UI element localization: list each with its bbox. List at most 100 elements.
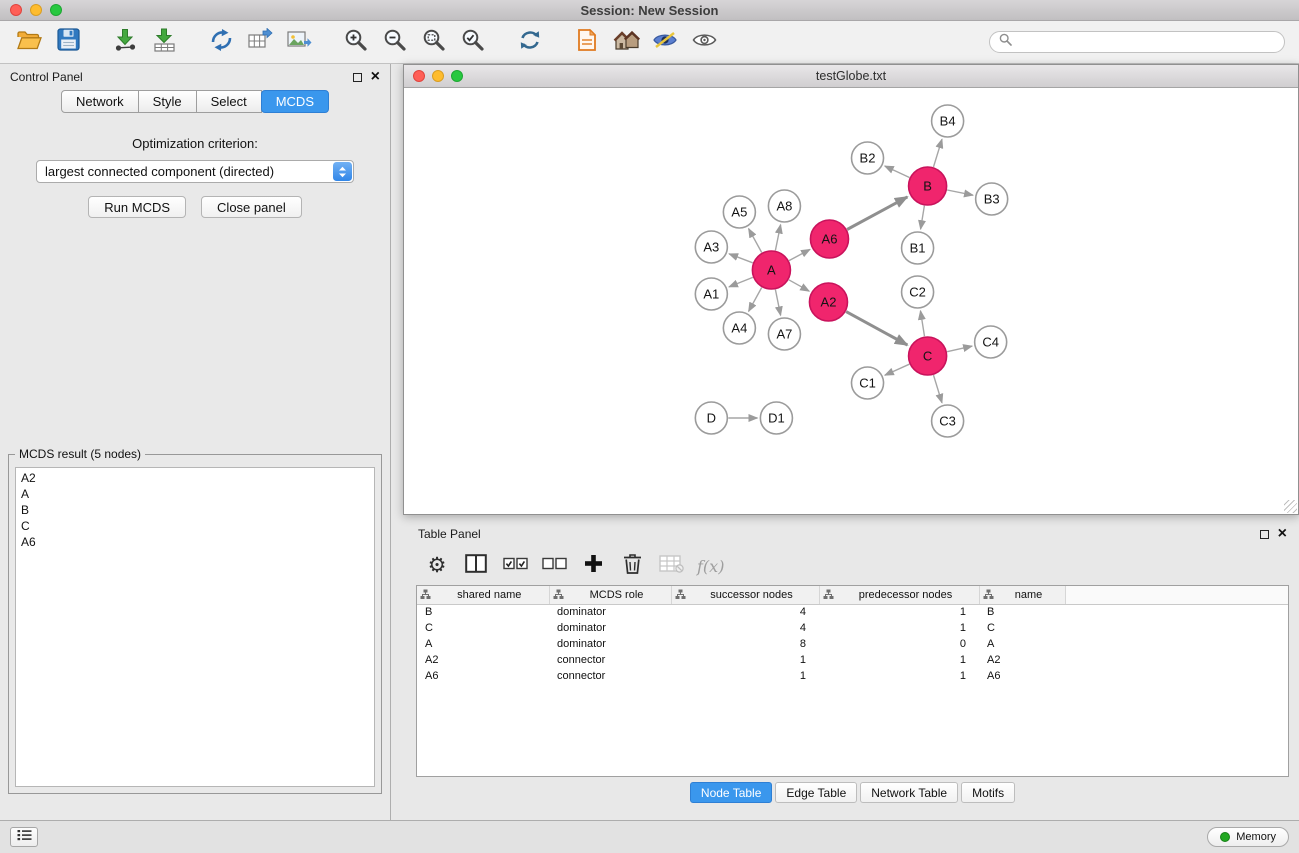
deselect-all-rows-button[interactable]	[541, 551, 567, 581]
close-window-button[interactable]	[10, 4, 22, 16]
edge-A-A5[interactable]	[749, 229, 762, 253]
node-B2[interactable]: B2	[852, 142, 884, 174]
network-window-titlebar[interactable]: testGlobe.txt	[404, 65, 1298, 88]
node-A4[interactable]: A4	[723, 312, 755, 344]
close-panel-icon[interactable]: ×	[371, 69, 380, 85]
tab-style[interactable]: Style	[139, 90, 197, 113]
table-close-panel-icon[interactable]: ×	[1278, 526, 1287, 542]
node-B3[interactable]: B3	[976, 183, 1008, 215]
delete-column-button[interactable]	[619, 551, 645, 581]
node-A[interactable]: A	[752, 251, 790, 289]
show-graphics-details-button[interactable]	[689, 26, 719, 58]
node-A7[interactable]: A7	[768, 318, 800, 350]
float-panel-icon[interactable]	[353, 73, 362, 82]
result-item-a[interactable]: A	[21, 486, 369, 502]
close-panel-button[interactable]: Close panel	[201, 196, 302, 218]
column-header-successor-nodes[interactable]: successor nodes	[671, 586, 819, 604]
edge-A-A2[interactable]	[789, 280, 809, 291]
edge-C-C2[interactable]	[920, 311, 924, 336]
result-item-a2[interactable]: A2	[21, 470, 369, 486]
open-session-button[interactable]	[14, 26, 44, 58]
edge-A-A1[interactable]	[729, 277, 753, 287]
edge-C-C1[interactable]	[885, 364, 910, 375]
table-row-a2[interactable]: A2connector11A2	[417, 652, 1288, 668]
node-A5[interactable]: A5	[723, 196, 755, 228]
column-header-name[interactable]: name	[979, 586, 1065, 604]
node-A6[interactable]: A6	[810, 220, 848, 258]
node-C[interactable]: C	[909, 337, 947, 375]
tab-mcds[interactable]: MCDS	[261, 90, 329, 113]
run-mcds-button[interactable]: Run MCDS	[88, 196, 186, 218]
resize-handle[interactable]	[1284, 500, 1297, 513]
table-settings-button[interactable]: ⚙	[424, 551, 450, 581]
minimize-window-button[interactable]	[30, 4, 42, 16]
result-item-c[interactable]: C	[21, 518, 369, 534]
column-header-predecessor-nodes[interactable]: predecessor nodes	[819, 586, 979, 604]
export-table-button[interactable]	[245, 26, 275, 58]
column-header-mcds-role[interactable]: MCDS role	[549, 586, 671, 604]
export-network-button[interactable]	[206, 26, 236, 58]
import-network-from-file-button[interactable]	[110, 26, 140, 58]
import-table-from-file-button[interactable]	[149, 26, 179, 58]
table-row-b[interactable]: Bdominator41B	[417, 604, 1288, 620]
edge-A-A7[interactable]	[775, 290, 780, 316]
table-row-a6[interactable]: A6connector11A6	[417, 668, 1288, 684]
node-B[interactable]: B	[909, 167, 947, 205]
tab-node-table[interactable]: Node Table	[690, 782, 773, 803]
edge-A2-C[interactable]	[846, 312, 907, 345]
edge-A-A4[interactable]	[749, 288, 762, 312]
show-columns-button[interactable]	[463, 551, 489, 581]
node-A1[interactable]: A1	[695, 278, 727, 310]
select-all-rows-button[interactable]	[502, 551, 528, 581]
edge-C-C3[interactable]	[933, 375, 942, 403]
tab-select[interactable]: Select	[197, 90, 262, 113]
search-box[interactable]	[989, 31, 1285, 53]
zoom-out-button[interactable]	[380, 26, 410, 58]
save-session-button[interactable]	[53, 26, 83, 58]
node-D[interactable]: D	[695, 402, 727, 434]
node-C2[interactable]: C2	[902, 276, 934, 308]
node-A2[interactable]: A2	[809, 283, 847, 321]
memory-button[interactable]: Memory	[1207, 827, 1289, 847]
edge-B-B2[interactable]	[885, 166, 910, 178]
result-item-b[interactable]: B	[21, 502, 369, 518]
zoom-selected-button[interactable]	[458, 26, 488, 58]
export-image-button[interactable]	[284, 26, 314, 58]
optimization-dropdown[interactable]: largest connected component (directed)	[36, 160, 354, 183]
edge-A6-B[interactable]	[847, 197, 907, 230]
network-zoom-button[interactable]	[451, 70, 463, 82]
node-C3[interactable]: C3	[932, 405, 964, 437]
node-B4[interactable]: B4	[932, 105, 964, 137]
network-minimize-button[interactable]	[432, 70, 444, 82]
apply-layout-button[interactable]	[515, 26, 545, 58]
edge-B-B4[interactable]	[933, 139, 942, 167]
edge-C-C4[interactable]	[947, 346, 972, 352]
node-C4[interactable]: C4	[975, 326, 1007, 358]
open-session-file-button[interactable]	[572, 26, 602, 58]
column-header-shared-name[interactable]: shared name	[417, 586, 549, 604]
edge-B-B1[interactable]	[921, 206, 925, 230]
edge-A-A6[interactable]	[789, 249, 810, 260]
result-item-a6[interactable]: A6	[21, 534, 369, 550]
table-row-c[interactable]: Cdominator41C	[417, 620, 1288, 636]
mcds-result-list[interactable]: A2ABCA6	[15, 467, 375, 787]
node-B1[interactable]: B1	[902, 232, 934, 264]
network-close-button[interactable]	[413, 70, 425, 82]
node-D1[interactable]: D1	[760, 402, 792, 434]
add-column-button[interactable]	[580, 551, 606, 581]
home-button[interactable]	[611, 26, 641, 58]
edge-A-A8[interactable]	[775, 225, 780, 251]
edge-A-A3[interactable]	[729, 254, 753, 263]
table-float-panel-icon[interactable]	[1260, 530, 1269, 539]
search-input[interactable]	[1017, 33, 1275, 51]
tab-edge-table[interactable]: Edge Table	[775, 782, 857, 803]
panel-selector-button[interactable]	[10, 827, 38, 847]
edge-B-B3[interactable]	[947, 190, 973, 195]
node-A3[interactable]: A3	[695, 231, 727, 263]
tab-network[interactable]: Network	[61, 90, 139, 113]
tab-motifs[interactable]: Motifs	[961, 782, 1015, 803]
tab-network-table[interactable]: Network Table	[860, 782, 958, 803]
zoom-window-button[interactable]	[50, 4, 62, 16]
table-row-a[interactable]: Adominator80A	[417, 636, 1288, 652]
node-A8[interactable]: A8	[768, 190, 800, 222]
